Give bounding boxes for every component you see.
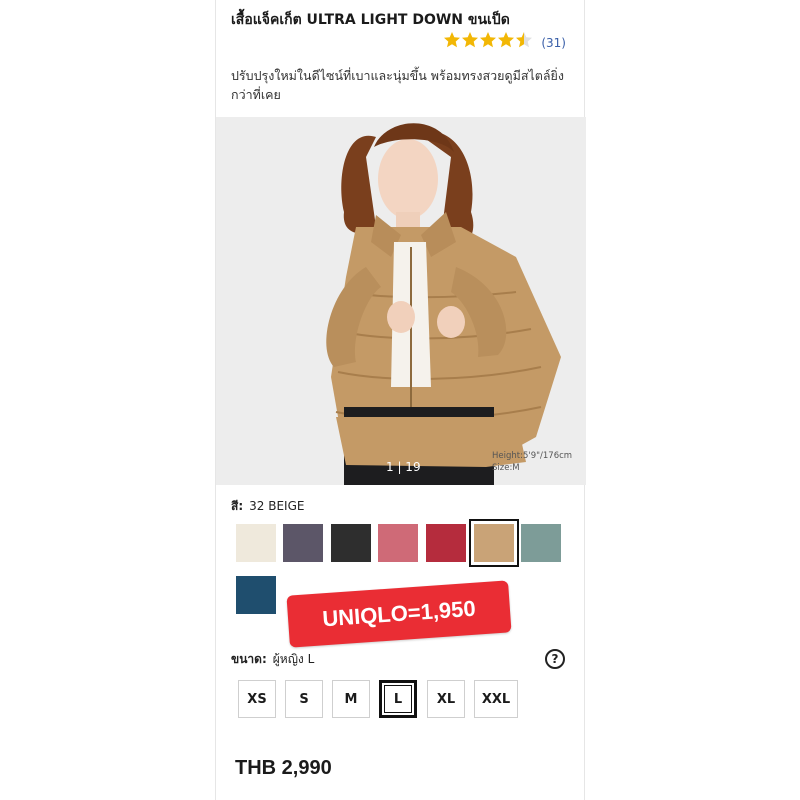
selected-color: 32 BEIGE (249, 499, 305, 513)
model-size: Size:M (492, 463, 520, 473)
size-option-xs[interactable]: XS (238, 680, 276, 718)
size-option-l[interactable]: L (379, 680, 417, 718)
color-swatch-purple-grey[interactable] (283, 524, 323, 562)
color-swatch-navy-teal[interactable] (236, 576, 276, 614)
size-label: ขนาด: ผู้หญิง L (231, 650, 314, 669)
product-title: เสื้อแจ็คเก็ต ULTRA LIGHT DOWN ขนเป็ด (231, 12, 510, 28)
rating-stars-icon (443, 31, 535, 54)
color-swatch-black[interactable] (331, 524, 371, 562)
size-label-text: ขนาด: (231, 652, 267, 666)
size-option-s[interactable]: S (285, 680, 323, 718)
color-swatch-beige[interactable] (469, 519, 519, 567)
model-height: Height:5'9"/176cm (492, 451, 573, 461)
product-description: ปรับปรุงใหม่ในดีไซน์ที่เบาและนุ่มขึ้น พร… (231, 68, 564, 102)
size-option-xl[interactable]: XL (427, 680, 465, 718)
image-counter: 1 | 19 (386, 460, 421, 474)
color-swatch-pink[interactable] (378, 524, 418, 562)
color-swatch-grey-green[interactable] (521, 524, 561, 562)
color-label-text: สี: (231, 499, 244, 513)
rating-count[interactable]: (31) (541, 36, 566, 50)
product-image[interactable]: 1 | 19 Height:5'9"/176cm Size:M (216, 117, 586, 485)
model-info: Height:5'9"/176cm Size:M (492, 450, 572, 474)
product-price: THB 2,990 (235, 757, 332, 779)
selected-size: ผู้หญิง L (272, 652, 315, 666)
model-photo-illustration (216, 117, 586, 485)
size-option-xxl[interactable]: XXL (474, 680, 518, 718)
question-circle-icon[interactable]: ? (545, 649, 565, 669)
color-swatch-off-white[interactable] (236, 524, 276, 562)
rating[interactable]: (31) (443, 31, 566, 54)
size-option-m[interactable]: M (332, 680, 370, 718)
color-label: สี: 32 BEIGE (231, 497, 304, 516)
color-swatch-red[interactable] (426, 524, 466, 562)
product-panel: เสื้อแจ็คเก็ต ULTRA LIGHT DOWN ขนเป็ด (3… (215, 0, 586, 800)
